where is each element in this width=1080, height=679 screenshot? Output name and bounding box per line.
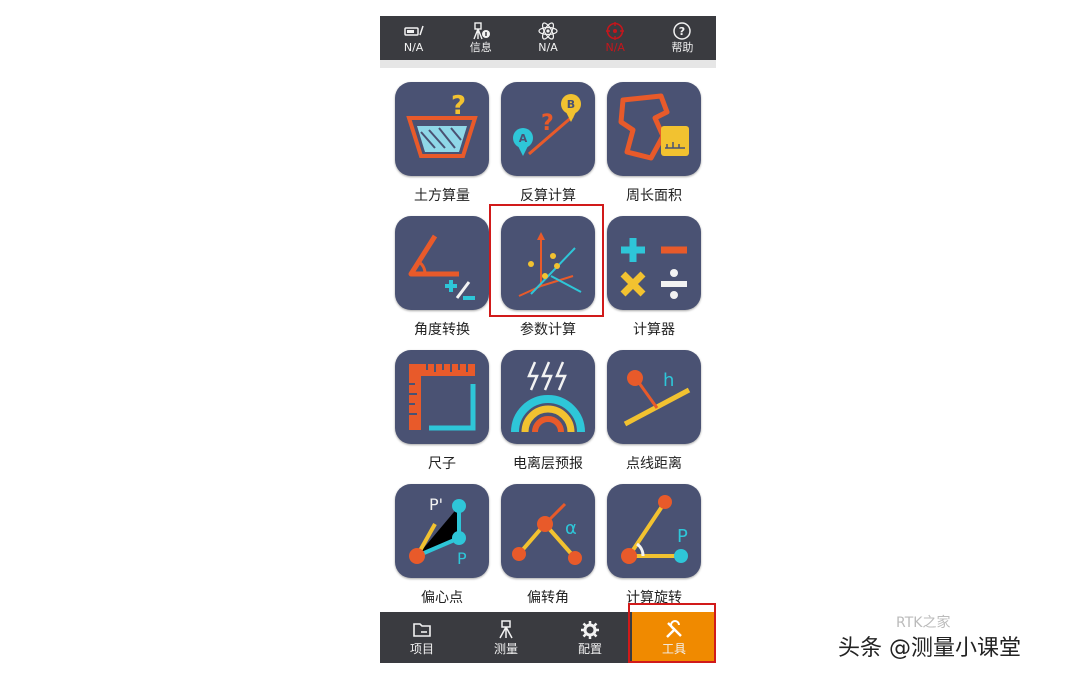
survey-icon (499, 619, 513, 638)
tool-tile-eccentric-point[interactable]: P' P 偏心点 (380, 478, 490, 610)
topbar-item-atom[interactable]: N/A (514, 16, 581, 60)
nav-item-config[interactable]: 配置 (548, 612, 632, 663)
topbar-item-battery[interactable]: N/A (380, 16, 447, 60)
nav-label: 配置 (577, 641, 602, 656)
svg-text:?: ? (541, 111, 554, 136)
topbar-label: 信息 (469, 41, 492, 54)
gear-icon (581, 620, 599, 639)
help-icon: ? (673, 22, 692, 40)
folder-icon (413, 622, 431, 637)
toolbar-divider (380, 60, 716, 68)
tool-tile-ionosphere[interactable]: 电离层预报 (486, 344, 596, 476)
highlight-box-parameter-calc (489, 204, 604, 317)
perimeter-area-icon (618, 93, 689, 161)
inverse-calc-icon: A B ? (513, 94, 581, 156)
atom-icon (538, 22, 558, 40)
svg-text:A: A (519, 132, 528, 145)
nav-label: 项目 (409, 641, 434, 656)
tool-label: 点线距离 (626, 456, 682, 472)
nav-label: 测量 (493, 641, 518, 656)
earthwork-icon: ? (406, 91, 478, 158)
svg-text:P: P (457, 549, 467, 568)
tool-label: 计算器 (633, 322, 675, 338)
source-watermark: 头条 @测量小课堂 (838, 636, 1021, 661)
topbar-label: N/A (605, 41, 625, 54)
gnss-info-icon (473, 22, 490, 40)
tool-tile-calc-rotation[interactable]: P 计算旋转 (592, 478, 702, 610)
status-toolbar: N/A 信息 N/A N/A ? 帮助 (380, 16, 716, 60)
calc-rotation-icon: P (621, 495, 688, 564)
svg-text:?: ? (679, 25, 685, 38)
topbar-item-target[interactable]: N/A (582, 16, 649, 60)
svg-text:h: h (663, 370, 674, 391)
svg-text:?: ? (451, 91, 466, 121)
ionosphere-icon (511, 361, 585, 433)
faint-watermark: RTK之家 (896, 615, 951, 631)
topbar-item-info[interactable]: 信息 (447, 16, 514, 60)
tool-tile-deflection-angle[interactable]: α 偏转角 (486, 478, 596, 610)
tool-tile-point-line-distance[interactable]: h 点线距离 (592, 344, 702, 476)
target-icon (606, 22, 625, 40)
svg-text:α: α (565, 518, 577, 539)
battery-pen-icon (403, 25, 424, 36)
tool-tile-earthwork[interactable]: ? 土方算量 (380, 76, 490, 208)
app-screen: N/A 信息 N/A N/A ? 帮助 ? 土方算量 A B ? 反算计算 周长… (380, 16, 716, 663)
tool-tile-angle-convert[interactable]: 角度转换 (380, 210, 490, 342)
deflection-angle-icon: α (512, 502, 582, 565)
topbar-label: 帮助 (671, 41, 694, 54)
topbar-label: N/A (403, 41, 424, 54)
tool-tile-inverse-calc[interactable]: A B ? 反算计算 (486, 76, 596, 208)
ruler-icon (409, 364, 476, 431)
angle-convert-icon (408, 234, 475, 300)
calculator-icon (620, 238, 687, 299)
tool-tile-ruler[interactable]: 尺子 (380, 344, 490, 476)
tool-tile-calculator[interactable]: 计算器 (592, 210, 702, 342)
eccentric-point-icon: P' P (409, 495, 467, 568)
point-line-distance-icon: h (623, 370, 691, 427)
svg-text:P: P (677, 526, 688, 547)
highlight-box-tools-tab (628, 603, 716, 663)
topbar-item-help[interactable]: ? 帮助 (649, 16, 716, 60)
topbar-label: N/A (538, 41, 558, 54)
nav-item-project[interactable]: 项目 (380, 612, 464, 663)
nav-item-survey[interactable]: 测量 (464, 612, 548, 663)
svg-text:B: B (567, 98, 575, 111)
tool-label: 周长面积 (626, 188, 682, 204)
tool-tile-perimeter-area[interactable]: 周长面积 (592, 76, 702, 208)
svg-text:P': P' (429, 495, 443, 514)
